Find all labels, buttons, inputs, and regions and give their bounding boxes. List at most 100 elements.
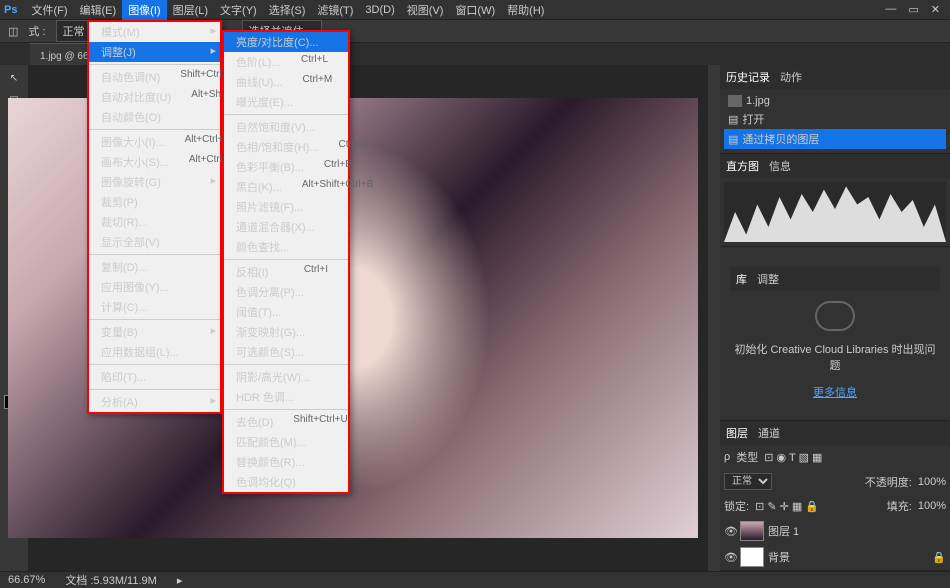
menu-item[interactable]: 色相/饱和度(H)...Ctrl+U bbox=[224, 137, 348, 157]
layer-thumb bbox=[740, 521, 764, 541]
histogram-panel: 直方图 信息 bbox=[720, 154, 950, 247]
menu-image[interactable]: 图像(I) bbox=[122, 0, 166, 21]
menu-item[interactable]: HDR 色调... bbox=[224, 387, 348, 407]
adjustments-submenu: 亮度/对比度(C)...色阶(L)...Ctrl+L曲线(U)...Ctrl+M… bbox=[222, 30, 350, 494]
menu-item[interactable]: 色调均化(Q) bbox=[224, 472, 348, 492]
menu-item[interactable]: 自动颜色(O) bbox=[89, 107, 220, 127]
menu-item[interactable]: 照片滤镜(F)... bbox=[224, 197, 348, 217]
tool-icon: ◫ bbox=[8, 25, 18, 38]
minimize-icon[interactable]: — bbox=[885, 3, 896, 16]
menu-item[interactable]: 渐变映射(G)... bbox=[224, 322, 348, 342]
layer-name[interactable]: 图层 1 bbox=[768, 523, 799, 539]
layers-panel: 图层 通道 ρ 类型 ⊡ ◉ T ▧ ▦ 正常 不透明度: 100% 锁定: ⊡… bbox=[720, 421, 950, 571]
menu-item[interactable]: 分析(A)▸ bbox=[89, 392, 220, 412]
opacity-label: 不透明度: bbox=[865, 474, 912, 490]
menu-window[interactable]: 窗口(W) bbox=[449, 0, 501, 21]
menu-item: 陷印(T)... bbox=[89, 367, 220, 387]
doc-size: 文档 :5.93M/11.9M bbox=[65, 572, 157, 588]
fill-value[interactable]: 100% bbox=[918, 500, 946, 512]
menu-3d[interactable]: 3D(D) bbox=[359, 1, 400, 19]
menu-item[interactable]: 自动色调(N)Shift+Ctrl+L bbox=[89, 67, 220, 87]
panel-dock-strip[interactable] bbox=[708, 65, 720, 571]
layer-name[interactable]: 背景 bbox=[768, 549, 790, 565]
menu-item[interactable]: 曲线(U)...Ctrl+M bbox=[224, 72, 348, 92]
tab-libraries[interactable]: 库 bbox=[736, 271, 747, 287]
menu-item: 变量(B)▸ bbox=[89, 322, 220, 342]
menu-item[interactable]: 色彩平衡(B)...Ctrl+B bbox=[224, 157, 348, 177]
menu-item[interactable]: 自动对比度(U)Alt+Shift+Ctrl+L bbox=[89, 87, 220, 107]
menu-help[interactable]: 帮助(H) bbox=[501, 0, 550, 21]
right-panels: 历史记录 动作 1.jpg ▤打开 ▤通过拷贝的图层 直方图 信息 bbox=[720, 65, 950, 571]
menu-view[interactable]: 视图(V) bbox=[401, 0, 450, 21]
tab-histogram[interactable]: 直方图 bbox=[726, 158, 759, 174]
menu-layer[interactable]: 图层(L) bbox=[167, 0, 214, 21]
menu-item[interactable]: 阴影/高光(W)... bbox=[224, 367, 348, 387]
menu-item[interactable]: 画布大小(S)...Alt+Ctrl+C bbox=[89, 152, 220, 172]
menu-item[interactable]: 裁切(R)... bbox=[89, 212, 220, 232]
menu-item[interactable]: 替换颜色(R)... bbox=[224, 452, 348, 472]
menu-item[interactable]: 反相(I)Ctrl+I bbox=[224, 262, 348, 282]
layer-thumb bbox=[740, 547, 764, 567]
layer-row[interactable]: 👁 背景 🔒 bbox=[720, 544, 950, 570]
menu-item[interactable]: 计算(C)... bbox=[89, 297, 220, 317]
menu-item[interactable]: 可选颜色(S)... bbox=[224, 342, 348, 362]
lock-icons[interactable]: ⊡ ✎ ✛ ▦ 🔒 bbox=[755, 500, 819, 513]
history-step-open[interactable]: ▤打开 bbox=[724, 109, 946, 129]
opacity-value[interactable]: 100% bbox=[918, 476, 946, 488]
menu-item[interactable]: 颜色查找... bbox=[224, 237, 348, 257]
tab-history[interactable]: 历史记录 bbox=[726, 69, 770, 85]
tab-actions[interactable]: 动作 bbox=[780, 69, 802, 85]
tab-adjustments[interactable]: 调整 bbox=[757, 271, 779, 287]
close-icon[interactable]: ✕ bbox=[931, 3, 940, 16]
libraries-more-link[interactable]: 更多信息 bbox=[813, 387, 857, 399]
visibility-icon[interactable]: 👁 bbox=[724, 551, 736, 564]
menu-item[interactable]: 调整(J)▸ bbox=[89, 42, 220, 62]
visibility-icon[interactable]: 👁 bbox=[724, 525, 736, 538]
menu-item[interactable]: 去色(D)Shift+Ctrl+U bbox=[224, 412, 348, 432]
fill-label: 填充: bbox=[887, 498, 912, 514]
menu-item: 裁剪(P) bbox=[89, 192, 220, 212]
menu-item[interactable]: 亮度/对比度(C)... bbox=[224, 32, 348, 52]
maximize-icon[interactable]: ▭ bbox=[908, 3, 918, 16]
menu-item[interactable]: 显示全部(V) bbox=[89, 232, 220, 252]
menu-type[interactable]: 文字(Y) bbox=[214, 0, 263, 21]
cloud-icon bbox=[815, 301, 855, 331]
zoom-level[interactable]: 66.67% bbox=[8, 574, 45, 586]
tab-channels[interactable]: 通道 bbox=[758, 425, 780, 441]
blend-mode-dropdown[interactable]: 正常 bbox=[724, 473, 772, 490]
filter-type-label: 类型 bbox=[736, 449, 758, 465]
histogram-graph bbox=[724, 182, 946, 242]
tab-layers[interactable]: 图层 bbox=[726, 425, 748, 441]
mode-label: 式 : bbox=[28, 23, 45, 39]
menu-item[interactable]: 图像旋转(G)▸ bbox=[89, 172, 220, 192]
lock-label: 锁定: bbox=[724, 498, 749, 514]
menu-item[interactable]: 色调分离(P)... bbox=[224, 282, 348, 302]
tab-info[interactable]: 信息 bbox=[769, 158, 791, 174]
app-logo: Ps bbox=[4, 4, 17, 16]
menu-select[interactable]: 选择(S) bbox=[263, 0, 312, 21]
history-step-copy-layer[interactable]: ▤通过拷贝的图层 bbox=[724, 129, 946, 149]
menu-filter[interactable]: 滤镜(T) bbox=[311, 0, 359, 21]
history-panel: 历史记录 动作 1.jpg ▤打开 ▤通过拷贝的图层 bbox=[720, 65, 950, 154]
menu-item[interactable]: 阈值(T)... bbox=[224, 302, 348, 322]
menu-item[interactable]: 匹配颜色(M)... bbox=[224, 432, 348, 452]
lock-icon: 🔒 bbox=[932, 551, 946, 564]
menu-item[interactable]: 应用图像(Y)... bbox=[89, 277, 220, 297]
menu-file[interactable]: 文件(F) bbox=[25, 0, 73, 21]
history-snapshot[interactable]: 1.jpg bbox=[724, 93, 946, 109]
menu-item[interactable]: 通道混合器(X)... bbox=[224, 217, 348, 237]
libraries-panel: 库 调整 初始化 Creative Cloud Libraries 时出现问题 … bbox=[720, 247, 950, 421]
image-menu-dropdown: 模式(M)▸调整(J)▸ 自动色调(N)Shift+Ctrl+L自动对比度(U)A… bbox=[87, 20, 222, 414]
menu-item[interactable]: 黑白(K)...Alt+Shift+Ctrl+B bbox=[224, 177, 348, 197]
menu-item[interactable]: 复制(D)... bbox=[89, 257, 220, 277]
tool-move[interactable]: ↖ bbox=[4, 69, 24, 87]
menu-item[interactable]: 自然饱和度(V)... bbox=[224, 117, 348, 137]
menu-item[interactable]: 模式(M)▸ bbox=[89, 22, 220, 42]
menu-item[interactable]: 图像大小(I)...Alt+Ctrl+I bbox=[89, 132, 220, 152]
menu-item[interactable]: 色阶(L)...Ctrl+L bbox=[224, 52, 348, 72]
menu-item[interactable]: 曝光度(E)... bbox=[224, 92, 348, 112]
layer-row[interactable]: 👁 图层 1 bbox=[720, 518, 950, 544]
menu-edit[interactable]: 编辑(E) bbox=[74, 0, 123, 21]
menubar: Ps 文件(F) 编辑(E) 图像(I) 图层(L) 文字(Y) 选择(S) 滤… bbox=[0, 0, 950, 20]
libraries-message: 初始化 Creative Cloud Libraries 时出现问题 bbox=[730, 341, 940, 373]
